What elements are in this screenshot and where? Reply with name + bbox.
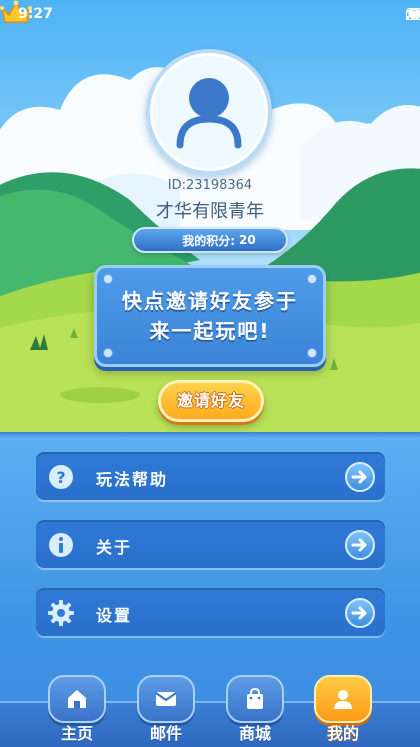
card-bolt: [307, 348, 317, 358]
arrow-right-icon: [345, 530, 375, 560]
user-id: ID:23198364: [167, 178, 253, 193]
nav-button[interactable]: [48, 675, 106, 723]
menu-item-label: 关于: [96, 538, 133, 557]
nav-item-me[interactable]: 我的: [314, 673, 372, 747]
info-icon: [49, 533, 73, 557]
card-bolt: [307, 274, 317, 284]
nav-label: 商城: [238, 724, 271, 743]
nav-button[interactable]: [226, 675, 284, 723]
invite-message-line2: 来一起玩吧!: [149, 319, 271, 343]
card-bolt: [103, 274, 113, 284]
nav-button[interactable]: [314, 675, 372, 723]
points-value: 20: [239, 233, 256, 247]
status-time: 9:27: [18, 6, 53, 22]
nav-label: 我的: [326, 724, 359, 743]
user-icon: [334, 690, 352, 709]
nav-label: 邮件: [149, 724, 182, 743]
home-icon: [68, 690, 86, 708]
mail-icon: [155, 692, 177, 706]
avatar[interactable]: [146, 49, 272, 175]
arrow-right-icon: [345, 462, 375, 492]
menu-item-label: 玩法帮助: [96, 470, 169, 489]
battery-icon: [406, 8, 420, 20]
points-label: 我的积分:: [182, 233, 236, 248]
user-avatar-icon: [176, 78, 242, 149]
menu-item-label: 设置: [96, 606, 133, 625]
nav-label: 主页: [60, 724, 93, 743]
user-name: 才华有限青年: [156, 201, 264, 222]
profile-screen: 9:27 ID:23198364 才华有限青年 我的积分: 20 快点邀请好友参…: [0, 0, 420, 747]
gear-icon: [48, 600, 74, 626]
nav-button[interactable]: [137, 675, 195, 723]
bottom-nav: 主页 邮件 商城 我的: [0, 673, 420, 747]
svg-text:?: ?: [56, 468, 65, 487]
points-badge: 我的积分: 20: [132, 227, 288, 253]
nav-item-home[interactable]: 主页: [48, 673, 106, 747]
status-bar: 9:27: [0, 0, 420, 30]
invite-friends-button[interactable]: 邀请好友: [158, 380, 264, 422]
invite-card: 快点邀请好友参于 来一起玩吧!: [94, 265, 326, 367]
menu-item-help[interactable]: ? 玩法帮助: [36, 452, 385, 500]
card-bolt: [103, 348, 113, 358]
nav-item-mail[interactable]: 邮件: [137, 673, 195, 747]
arrow-right-icon: [345, 598, 375, 628]
menu-item-settings[interactable]: 设置: [36, 588, 385, 636]
question-icon: ?: [49, 465, 73, 489]
hero-scene: 9:27 ID:23198364 才华有限青年 我的积分: 20 快点邀请好友参…: [0, 0, 420, 432]
nav-item-shop[interactable]: 商城: [226, 673, 284, 747]
menu-item-about[interactable]: 关于: [36, 520, 385, 568]
shop-icon: [247, 687, 263, 709]
invite-message: 快点邀请好友参于 来一起玩吧!: [97, 286, 323, 346]
invite-message-line1: 快点邀请好友参于: [122, 289, 298, 313]
